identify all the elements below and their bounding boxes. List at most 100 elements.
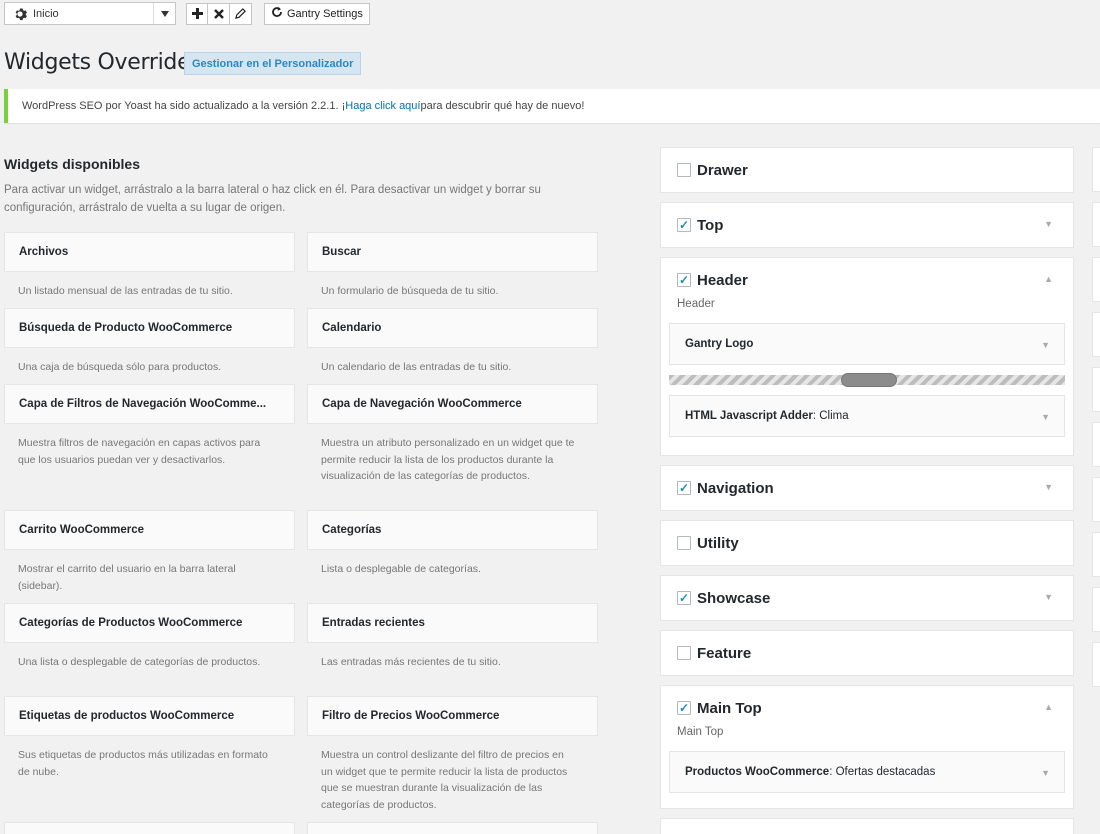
sidebar-top[interactable]: ✓ Top ▼ xyxy=(660,202,1074,248)
gear-icon xyxy=(11,5,29,23)
sidebar-checkbox[interactable] xyxy=(677,536,691,550)
checkmark-icon: ✓ xyxy=(678,481,690,495)
caret-down-icon[interactable]: ▼ xyxy=(1044,219,1053,229)
widget-description: Muestra un atributo personalizado en un … xyxy=(321,437,575,482)
position-select-value: Inicio xyxy=(33,7,59,20)
update-notice: WordPress SEO por Yoast ha sido actualiz… xyxy=(4,89,1100,123)
widget-description: Las entradas más recientes de tu sitio. xyxy=(321,656,501,668)
widget-description: Lista o desplegable de categorías. xyxy=(321,563,481,575)
sidebar-name: Drawer xyxy=(697,161,748,179)
sidebar-widget-subtitle: : Ofertas destacadas xyxy=(829,766,936,778)
caret-down-icon[interactable]: ▼ xyxy=(1044,482,1053,492)
checkmark-icon: ✓ xyxy=(678,591,690,605)
checkmark-icon: ✓ xyxy=(678,218,690,232)
gantry-settings-label: Gantry Settings xyxy=(287,7,363,20)
caret-down-icon[interactable]: ▼ xyxy=(1044,592,1053,602)
widget-description: Un formulario de búsqueda de tu sitio. xyxy=(321,285,499,297)
sidebar-header[interactable]: ✓ Main Top ▲ xyxy=(661,686,1073,730)
sidebar-checkbox[interactable]: ✓ xyxy=(677,481,691,495)
sidebar-name: Utility xyxy=(697,534,739,552)
sidebar-header[interactable]: ✓ Header ▲ xyxy=(661,258,1073,302)
available-widgets-description: Para activar un widget, arrástralo a la … xyxy=(4,184,541,214)
widget-entradas-recientes[interactable]: Entradas recientes xyxy=(307,603,598,643)
add-icon[interactable] xyxy=(186,2,208,25)
sidebar-header[interactable]: Utility xyxy=(661,521,1073,565)
sidebar-showcase[interactable]: ✓ Showcase ▼ xyxy=(660,575,1074,621)
widget-description: Sus etiquetas de productos más utilizada… xyxy=(18,749,268,778)
widget-calendario[interactable]: Calendario xyxy=(307,308,598,348)
sidebar-header[interactable]: ✓ Top ▼ xyxy=(661,203,1073,247)
sidebar-name: Navigation xyxy=(697,479,774,497)
sidebar-column-stub[interactable] xyxy=(1092,202,1100,247)
widget-description: Muestra un control deslizante del filtro… xyxy=(321,749,568,811)
sidebar-main-top[interactable]: ✓ Main Top ▲ Main Top Productos WooComme… xyxy=(660,685,1074,809)
widget-categorias-productos[interactable]: Categorías de Productos WooCommerce xyxy=(4,603,295,643)
sidebar-column-stub[interactable] xyxy=(1092,477,1100,522)
sidebar-header[interactable]: ✓ Showcase ▼ xyxy=(661,576,1073,620)
sidebar-feature[interactable]: Feature xyxy=(660,630,1074,676)
checkmark-icon: ✓ xyxy=(678,273,690,287)
sidebar-header[interactable]: ✓ Navigation ▼ xyxy=(661,466,1073,510)
sidebar-checkbox[interactable]: ✓ xyxy=(677,591,691,605)
sidebar-name: Main Top xyxy=(697,699,762,717)
chevron-down-icon[interactable] xyxy=(153,3,175,24)
widget-filtro-precios[interactable]: Filtro de Precios WooCommerce xyxy=(307,696,598,736)
widget-description: Mostrar el carrito del usuario en la bar… xyxy=(18,563,236,592)
sidebar-utility[interactable]: Utility xyxy=(660,520,1074,566)
sidebar-next[interactable] xyxy=(660,818,1074,834)
widget-buscar[interactable]: Buscar xyxy=(307,232,598,272)
sidebar-column-stub[interactable] xyxy=(1092,257,1100,302)
sidebar-checkbox[interactable] xyxy=(677,163,691,177)
caret-down-icon[interactable]: ▼ xyxy=(1041,340,1050,350)
drag-handle[interactable] xyxy=(841,373,897,387)
widget-description: Una caja de búsqueda sólo para productos… xyxy=(18,361,222,373)
widget-description: Una lista o desplegable de categorías de… xyxy=(18,656,261,668)
widget-description: Un calendario de las entradas de tu siti… xyxy=(321,361,512,373)
sidebar-column-stub[interactable] xyxy=(1092,587,1100,632)
widget-next[interactable] xyxy=(4,822,295,834)
sidebar-column-stub[interactable] xyxy=(1092,147,1100,192)
sidebar-column-stub[interactable] xyxy=(1092,422,1100,467)
widget-etiquetas-productos[interactable]: Etiquetas de productos WooCommerce xyxy=(4,696,295,736)
widget-categorias[interactable]: Categorías xyxy=(307,510,598,550)
widget-archivos[interactable]: Archivos xyxy=(4,232,295,272)
sidebar-checkbox[interactable] xyxy=(677,646,691,660)
sidebar-widget-subtitle: : Clima xyxy=(812,410,849,422)
widget-capa-filtros[interactable]: Capa de Filtros de Navegación WooComme..… xyxy=(4,384,295,424)
caret-up-icon[interactable]: ▲ xyxy=(1044,274,1053,284)
sidebar-name: Top xyxy=(697,216,724,234)
sidebar-header[interactable]: Drawer xyxy=(661,148,1073,192)
edit-pencil-icon[interactable] xyxy=(230,2,252,25)
sidebar-checkbox[interactable]: ✓ xyxy=(677,218,691,232)
sidebar-widget-productos[interactable]: Productos WooCommerce: Ofertas destacada… xyxy=(669,751,1065,793)
sidebar-column-stub[interactable] xyxy=(1092,312,1100,357)
top-toolbar: Inicio Gantry Settings xyxy=(0,0,1100,27)
sidebar-name: Feature xyxy=(697,644,752,662)
sidebar-header-area[interactable]: ✓ Header ▲ Header Gantry Logo ▼ HTML Jav… xyxy=(660,257,1074,456)
widget-capa-navegacion[interactable]: Capa de Navegación WooCommerce xyxy=(307,384,598,424)
widget-busqueda-producto[interactable]: Búsqueda de Producto WooCommerce xyxy=(4,308,295,348)
sidebar-navigation[interactable]: ✓ Navigation ▼ xyxy=(660,465,1074,511)
sidebar-column-stub[interactable] xyxy=(1092,642,1100,687)
widget-next[interactable] xyxy=(307,822,598,834)
caret-down-icon[interactable]: ▼ xyxy=(1041,768,1050,778)
widget-carrito[interactable]: Carrito WooCommerce xyxy=(4,510,295,550)
sidebar-checkbox[interactable]: ✓ xyxy=(677,701,691,715)
notice-prefix: WordPress SEO por Yoast ha sido actualiz… xyxy=(22,100,346,112)
gantry-settings-button[interactable]: Gantry Settings xyxy=(264,2,370,25)
sidebar-header[interactable]: Feature xyxy=(661,631,1073,675)
caret-down-icon[interactable]: ▼ xyxy=(1041,412,1050,422)
notice-link[interactable]: Haga click aquí xyxy=(345,100,420,112)
drag-divider[interactable] xyxy=(669,373,1065,387)
widget-description: Muestra filtros de navegación en capas a… xyxy=(18,437,261,466)
sidebar-widget-gantry-logo[interactable]: Gantry Logo ▼ xyxy=(669,323,1065,365)
delete-icon[interactable] xyxy=(208,2,230,25)
sidebar-widget-html-js[interactable]: HTML Javascript Adder: Clima ▼ xyxy=(669,395,1065,437)
position-select[interactable]: Inicio xyxy=(4,2,176,25)
sidebar-column-stub[interactable] xyxy=(1092,367,1100,412)
sidebar-drawer[interactable]: Drawer xyxy=(660,147,1074,193)
sidebar-column-stub[interactable] xyxy=(1092,532,1100,577)
customizer-button[interactable]: Gestionar en el Personalizador xyxy=(184,52,362,75)
caret-up-icon[interactable]: ▲ xyxy=(1044,702,1053,712)
sidebar-checkbox[interactable]: ✓ xyxy=(677,273,691,287)
